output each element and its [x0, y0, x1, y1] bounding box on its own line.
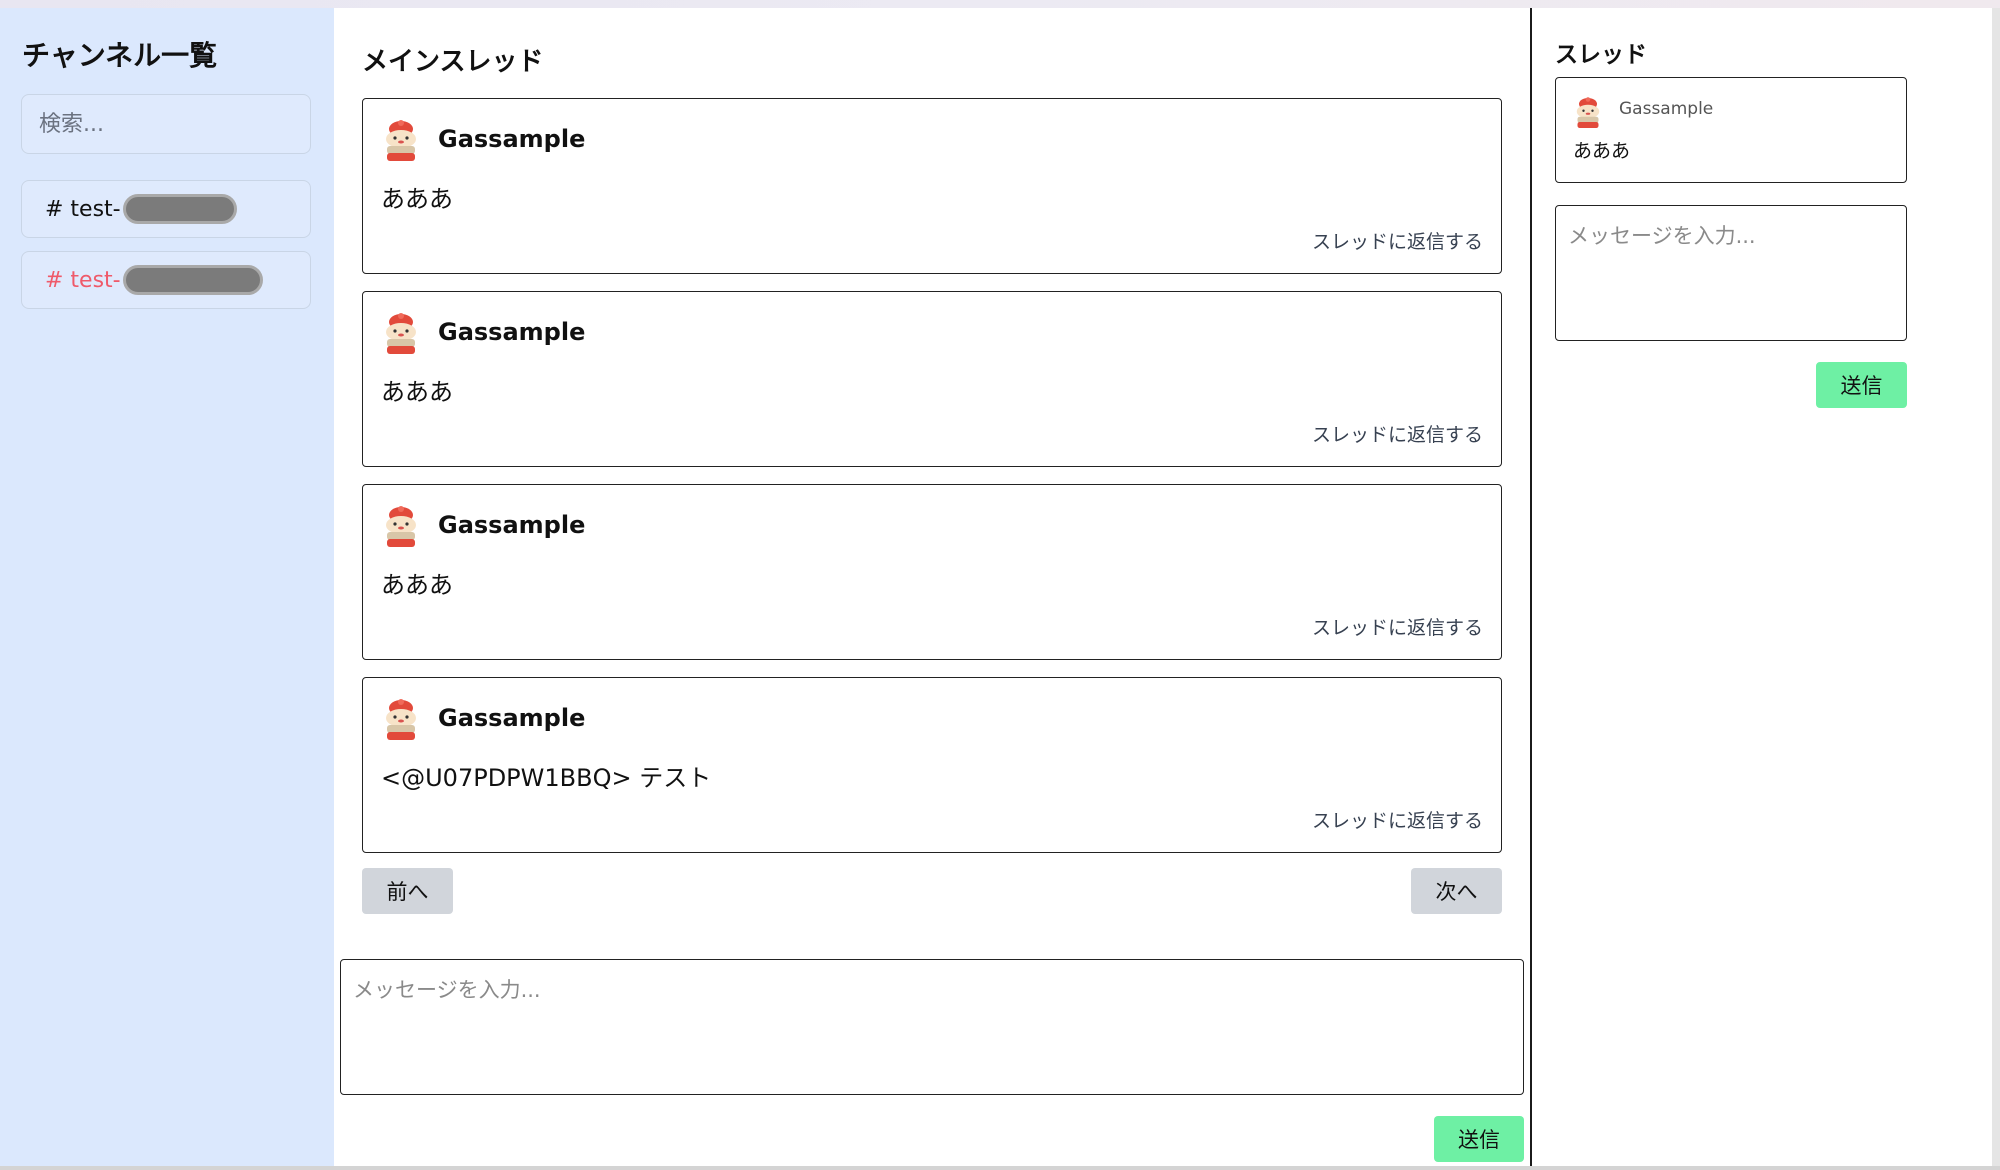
- sidebar-title: チャンネル一覧: [22, 39, 218, 72]
- reply-in-thread-link[interactable]: スレッドに返信する: [1312, 227, 1483, 254]
- redacted-channel-name: [122, 265, 263, 295]
- cake-character-avatar-icon: [386, 506, 416, 547]
- message-card: Gassample あああ スレッドに返信する: [362, 291, 1502, 467]
- channel-label: # test-: [45, 196, 121, 222]
- message-author: Gassample: [438, 704, 586, 732]
- cake-character-avatar-icon: [1576, 97, 1600, 128]
- message-card: Gassample <@U07PDPW1BBQ> テスト スレッドに返信する: [362, 677, 1502, 853]
- redacted-channel-name: [122, 194, 237, 224]
- cake-character-avatar-icon: [386, 120, 416, 161]
- message-list[interactable]: Gassample あああ スレッドに返信する Gassample あああ スレ…: [362, 98, 1502, 858]
- main-send-button[interactable]: 送信: [1434, 1116, 1524, 1162]
- prev-page-button[interactable]: 前へ: [362, 868, 453, 914]
- window-bottom-edge: [0, 1166, 2000, 1170]
- thread-title: スレッド: [1555, 42, 1647, 68]
- reply-in-thread-link[interactable]: スレッドに返信する: [1312, 613, 1483, 640]
- channel-label: # test-: [45, 267, 121, 293]
- next-page-button[interactable]: 次へ: [1411, 868, 1502, 914]
- window-top-bar: [0, 0, 2000, 8]
- message-author: Gassample: [438, 125, 586, 153]
- channel-item-2[interactable]: # test-: [21, 251, 311, 309]
- message-text: あああ: [381, 571, 453, 599]
- message-text: あああ: [381, 185, 453, 213]
- thread-parent-message: Gassample あああ: [1555, 77, 1907, 183]
- thread-panel: スレッド Gassample あああ 送信: [1532, 8, 1992, 1168]
- reply-in-thread-link[interactable]: スレッドに返信する: [1312, 806, 1483, 833]
- message-card: Gassample あああ スレッドに返信する: [362, 484, 1502, 660]
- message-text: あああ: [381, 378, 453, 406]
- thread-message-text: あああ: [1573, 140, 1631, 162]
- cake-character-avatar-icon: [386, 313, 416, 354]
- thread-message-author: Gassample: [1619, 99, 1714, 119]
- channel-sidebar: チャンネル一覧 # test- # test-: [0, 8, 334, 1168]
- message-author: Gassample: [438, 318, 586, 346]
- message-card: Gassample あああ スレッドに返信する: [362, 98, 1502, 274]
- main-thread-title: メインスレッド: [362, 47, 544, 77]
- main-thread-panel: メインスレッド Gassample あああ スレッドに返信する Gassampl…: [334, 8, 1530, 1168]
- channel-item-1[interactable]: # test-: [21, 180, 311, 238]
- cake-character-avatar-icon: [386, 699, 416, 740]
- channel-search-input[interactable]: [21, 94, 311, 154]
- message-text: <@U07PDPW1BBQ> テスト: [381, 764, 712, 792]
- message-author: Gassample: [438, 511, 586, 539]
- thread-send-button[interactable]: 送信: [1816, 362, 1907, 408]
- thread-message-input[interactable]: [1555, 205, 1907, 341]
- reply-in-thread-link[interactable]: スレッドに返信する: [1312, 420, 1483, 447]
- main-message-input[interactable]: [340, 959, 1524, 1095]
- window-right-edge: [1992, 8, 2000, 1168]
